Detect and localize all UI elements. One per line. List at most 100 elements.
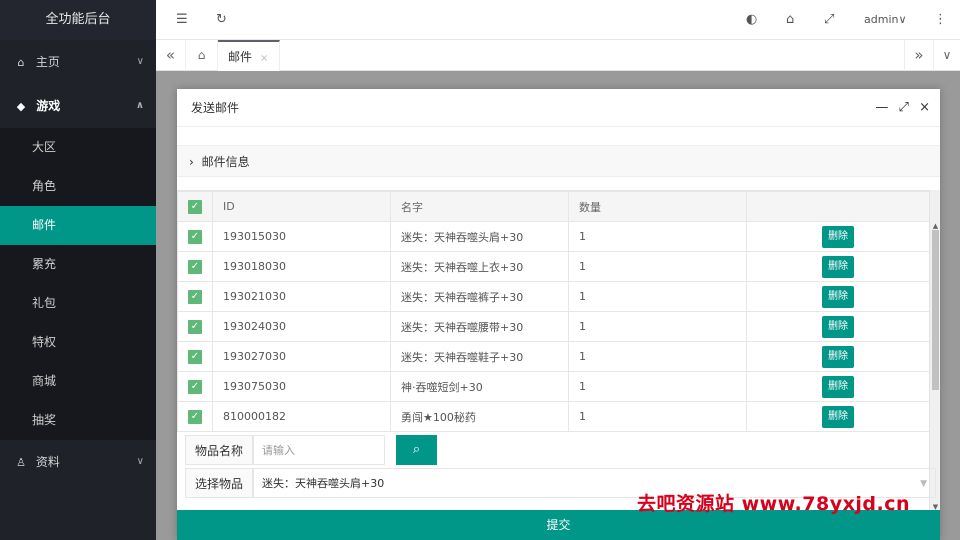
- sidebar-item-region[interactable]: 大区: [0, 128, 156, 167]
- row-checkbox[interactable]: ✓: [177, 311, 213, 342]
- check-icon: ✓: [188, 349, 202, 364]
- delete-button[interactable]: 删除: [822, 285, 854, 308]
- theme-icon[interactable]: ◐: [746, 0, 757, 40]
- table-row: ✓ 193015030 迷失：天神吞噬头肩+30 1 删除: [177, 221, 930, 252]
- tab-mail[interactable]: 邮件 ×: [218, 40, 280, 71]
- item-name-input[interactable]: 请输入: [253, 435, 385, 465]
- delete-button[interactable]: 删除: [822, 375, 854, 398]
- column-header-name: 名字: [390, 191, 569, 222]
- cell-name: 迷失：天神吞噬裤子+30: [390, 281, 569, 312]
- delete-button[interactable]: 删除: [822, 405, 854, 428]
- refresh-icon[interactable]: ↻: [216, 0, 227, 40]
- search-icon: ⌕: [412, 442, 421, 457]
- minimize-icon[interactable]: —: [875, 100, 888, 115]
- cell-id: 810000182: [212, 401, 391, 432]
- chevron-right-icon: ›: [189, 155, 194, 169]
- row-checkbox[interactable]: ✓: [177, 401, 213, 432]
- check-icon: ✓: [188, 379, 202, 394]
- cell-qty: 1: [568, 311, 747, 342]
- row-checkbox[interactable]: ✓: [177, 251, 213, 282]
- section-title: 邮件信息: [201, 155, 250, 169]
- cell-qty: 1: [568, 281, 747, 312]
- cell-id: 193075030: [212, 371, 391, 402]
- table-header-row: ✓ ID 名字 数量: [177, 191, 930, 222]
- delete-button[interactable]: 删除: [822, 315, 854, 338]
- delete-button[interactable]: 删除: [822, 345, 854, 368]
- sidebar-item-gift[interactable]: 礼包: [0, 284, 156, 323]
- cell-action: 删除: [746, 281, 930, 312]
- chevron-down-icon: ∨: [136, 56, 144, 67]
- close-icon[interactable]: ×: [919, 100, 930, 115]
- row-checkbox[interactable]: ✓: [177, 281, 213, 312]
- game-submenu: 大区 角色 邮件 累充 礼包 特权 商城 抽奖: [0, 128, 156, 440]
- column-header-action: [746, 191, 930, 222]
- username: admin: [864, 13, 899, 26]
- sidebar-item-shop[interactable]: 商城: [0, 362, 156, 401]
- row-checkbox[interactable]: ✓: [177, 371, 213, 402]
- cell-action: 删除: [746, 311, 930, 342]
- column-header-id: ID: [212, 191, 391, 222]
- cell-name: 迷失：天神吞噬鞋子+30: [390, 341, 569, 372]
- check-icon: ✓: [188, 229, 202, 244]
- cell-name: 迷失：天神吞噬上衣+30: [390, 251, 569, 282]
- scroll-up-icon[interactable]: ▲: [930, 222, 941, 230]
- cell-id: 193027030: [212, 341, 391, 372]
- table-row: ✓ 193027030 迷失：天神吞噬鞋子+30 1 删除: [177, 341, 930, 372]
- chevron-down-icon: ∨: [136, 456, 144, 467]
- check-icon: ✓: [188, 259, 202, 274]
- modal-title: 发送邮件: [177, 89, 940, 127]
- row-checkbox[interactable]: ✓: [177, 341, 213, 372]
- delete-button[interactable]: 删除: [822, 255, 854, 278]
- table-row: ✓ 193021030 迷失：天神吞噬裤子+30 1 删除: [177, 281, 930, 312]
- cell-id: 193021030: [212, 281, 391, 312]
- chevron-up-icon: ∧: [135, 100, 144, 111]
- tabs-next-icon[interactable]: »: [904, 40, 934, 71]
- tabs-dropdown-icon[interactable]: ∨: [934, 40, 960, 71]
- maximize-icon[interactable]: ⤢: [899, 100, 909, 115]
- user-menu[interactable]: admin∨: [864, 0, 907, 40]
- cell-action: 删除: [746, 371, 930, 402]
- home-tab-icon[interactable]: ⌂: [186, 40, 218, 71]
- sidebar-item-role[interactable]: 角色: [0, 167, 156, 206]
- search-button[interactable]: ⌕: [396, 435, 437, 465]
- delete-button[interactable]: 删除: [822, 225, 854, 248]
- cell-qty: 1: [568, 401, 747, 432]
- cell-action: 删除: [746, 401, 930, 432]
- tag-icon[interactable]: ⌂: [786, 0, 794, 40]
- top-header: ☰ ↻ ◐ ⌂ ⤢ admin∨ ⋮: [156, 0, 960, 40]
- sidebar-item-mail[interactable]: 邮件: [0, 206, 156, 245]
- cell-qty: 1: [568, 371, 747, 402]
- sidebar-item-lottery[interactable]: 抽奖: [0, 401, 156, 440]
- check-icon: ✓: [188, 289, 202, 304]
- sidebar-item-label: 主页: [35, 55, 60, 69]
- send-mail-modal: 发送邮件 — ⤢ × › 邮件信息 ✓ ID 名字 数量 ✓ 193015030…: [177, 89, 940, 540]
- fullscreen-icon[interactable]: ⤢: [824, 0, 834, 40]
- sidebar-item-recharge[interactable]: 累充: [0, 245, 156, 284]
- check-icon: ✓: [188, 409, 202, 424]
- cell-id: 193024030: [212, 311, 391, 342]
- cell-qty: 1: [568, 251, 747, 282]
- cell-name: 迷失：天神吞噬腰带+30: [390, 311, 569, 342]
- scrollbar-thumb[interactable]: [932, 230, 939, 390]
- cell-qty: 1: [568, 341, 747, 372]
- watermark: 去吧资源站 www.78yxjd.cn: [637, 493, 910, 515]
- tabs-prev-icon[interactable]: «: [156, 40, 186, 71]
- select-item-label: 选择物品: [185, 468, 253, 498]
- selected-item: 迷失：天神吞噬头肩+30: [262, 477, 385, 490]
- sidebar-item-profile[interactable]: ♙ 资料 ∨: [0, 440, 156, 484]
- mail-info-collapse[interactable]: › 邮件信息: [177, 145, 940, 177]
- diamond-icon: ◆: [16, 100, 26, 113]
- sidebar-item-home[interactable]: ⌂ 主页 ∨: [0, 40, 156, 84]
- cell-name: 迷失：天神吞噬头肩+30: [390, 221, 569, 252]
- tab-label: 邮件: [228, 50, 253, 64]
- row-checkbox[interactable]: ✓: [177, 221, 213, 252]
- item-name-row: 物品名称 请输入 ⌕: [177, 435, 940, 465]
- sidebar-item-game[interactable]: ◆ 游戏 ∧: [0, 84, 156, 128]
- sidebar-item-privilege[interactable]: 特权: [0, 323, 156, 362]
- home-icon: ⌂: [17, 56, 25, 69]
- more-icon[interactable]: ⋮: [934, 0, 947, 40]
- cell-name: 神·吞噬短剑+30: [390, 371, 569, 402]
- close-icon[interactable]: ×: [260, 53, 268, 64]
- menu-toggle-icon[interactable]: ☰: [176, 0, 188, 40]
- select-all-checkbox[interactable]: ✓: [177, 191, 213, 222]
